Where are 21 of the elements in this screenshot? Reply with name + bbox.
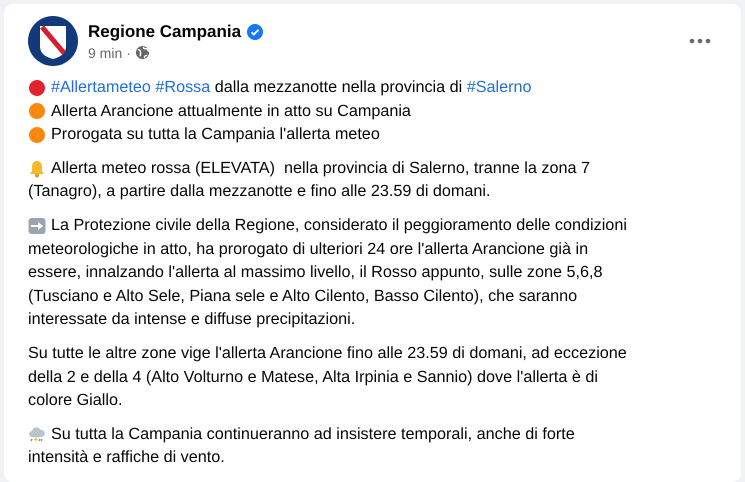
separator-dot: · xyxy=(126,44,131,60)
hashtag-link[interactable]: #Allertameteo xyxy=(51,78,151,96)
hashtag-link[interactable]: #Rossa xyxy=(155,78,210,96)
post-text-line: intensità e raffiche di vento. xyxy=(28,447,225,468)
post-text-line: interessate da intense e diffuse precipitazioni. xyxy=(28,309,356,330)
post-text-line: (Tusciano e Alto Sele, Piana sele e Alto Cilento, Basso Cilento), che saranno xyxy=(28,286,578,307)
post-text-line: Prorogata su tutta la Campania l'allerta meteo xyxy=(51,124,380,146)
post-text-line: #Allertameteo #Rossa dalla mezzanotte nella provincia di #Salerno xyxy=(51,77,532,98)
post-text-line: (Tanagro), a partire dalla mezzanotte e fino alle 23.59 di domani. xyxy=(28,181,491,202)
hashtag-link[interactable]: #Salerno xyxy=(466,78,532,96)
author-name[interactable]: Regione Campania xyxy=(88,22,242,42)
post-text-line: meteorologiche in atto, ha prorogato di ulteriori 24 ore l'allerta Arancione già in xyxy=(28,238,588,260)
post-text-line: Su tutta la Campania continueranno ad insistere temporali, anche di forte xyxy=(51,424,575,445)
post-text-line: essere, innalzando l'allerta al massimo livello, il Rosso appunto, sulle zone 5,6,8 xyxy=(28,262,602,284)
post-text-line: La Protezione civile della Regione, considerato il peggioramento delle condizioni xyxy=(51,214,627,236)
post-text-line: della 2 e della 4 (Alto Volturno e Matese, Alta Irpinia e Sannio) dove l'allerta è di xyxy=(28,366,598,388)
post-text-line: Allerta Arancione attualmente in atto su Campania xyxy=(51,100,411,122)
post-text-line: Allerta meteo rossa (ELEVATA) nella provincia di Salerno, tranne la zona 7 xyxy=(51,158,590,179)
post-text-line: Su tutte le altre zone vige l'allerta Arancione fino alle 23.59 di domani, ad eccezione xyxy=(28,342,627,364)
post-time[interactable]: 9 min xyxy=(88,44,122,60)
post-text-line: colore Giallo. xyxy=(28,390,122,412)
